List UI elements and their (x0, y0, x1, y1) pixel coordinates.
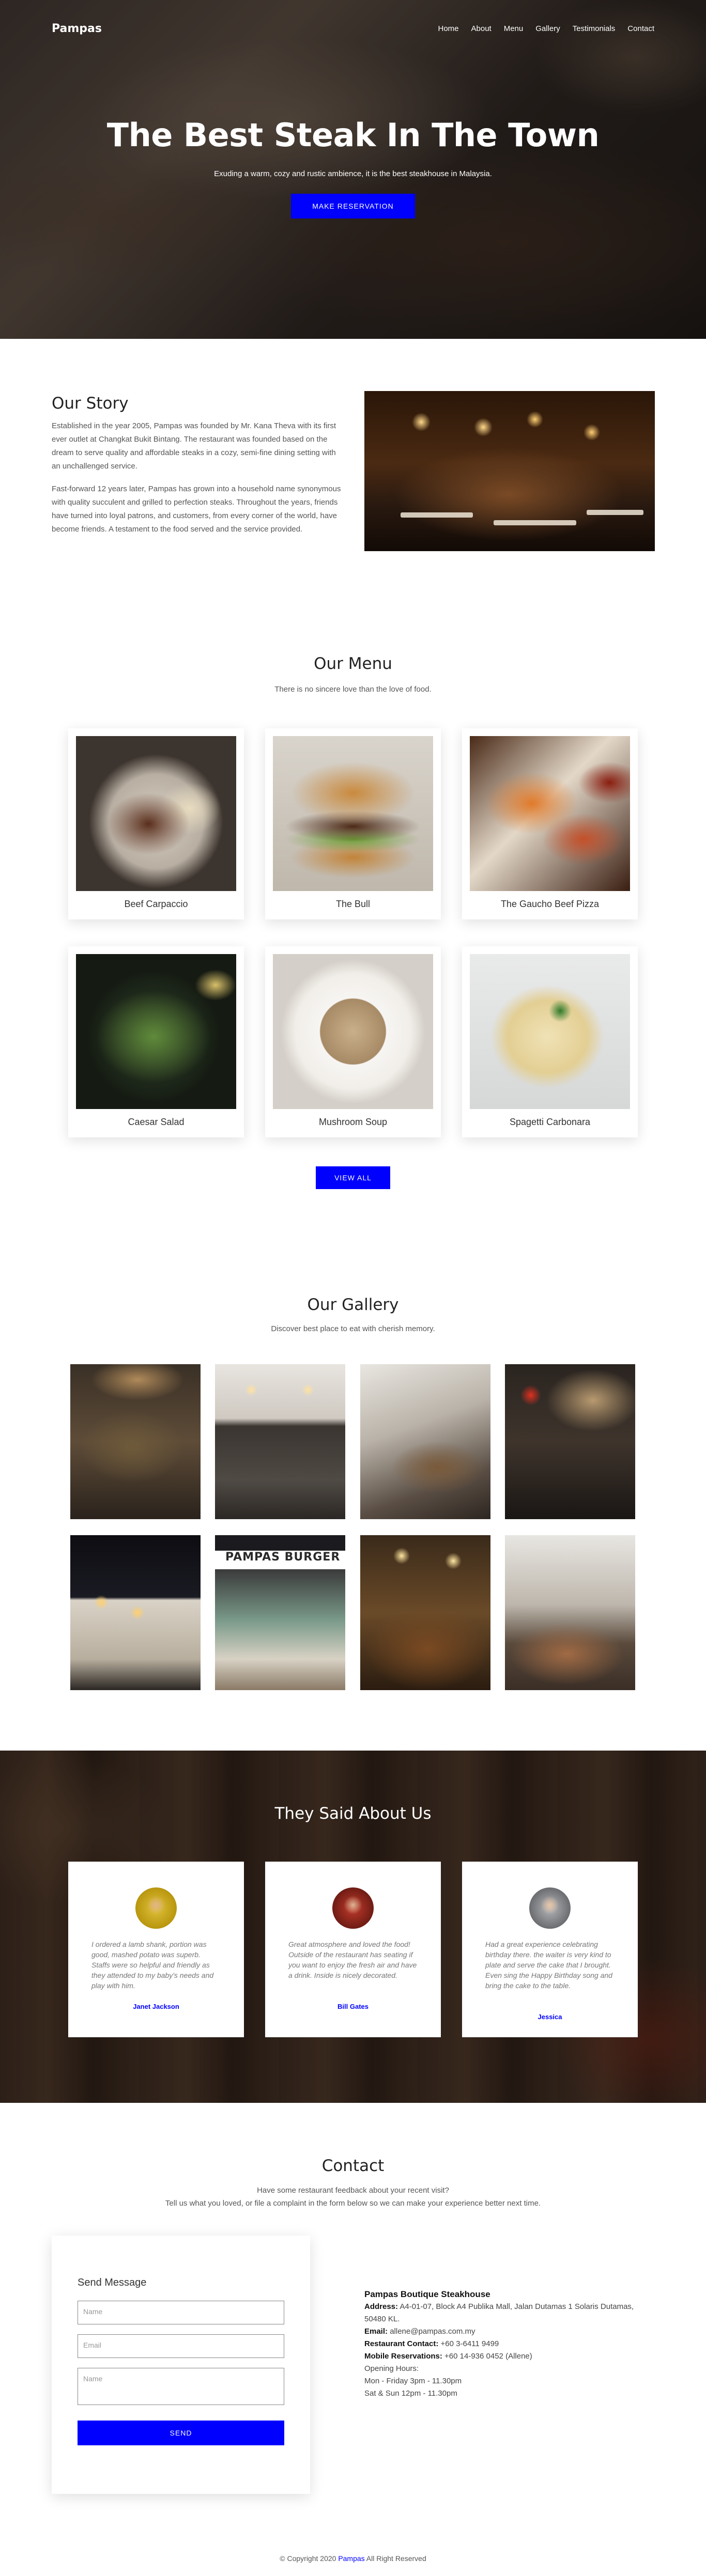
menu-card-caesar-salad[interactable]: Caesar Salad (68, 946, 244, 1137)
form-title: Send Message (78, 2277, 147, 2288)
phone-label: Restaurant Contact: (364, 2339, 439, 2348)
restaurant-interior-photo (364, 391, 655, 551)
footer-rights: All Right Reserved (366, 2554, 426, 2563)
gallery-photo-5[interactable] (70, 1535, 201, 1690)
menu-item-name: The Gaucho Beef Pizza (500, 899, 600, 909)
avatar (332, 1887, 374, 1929)
mobile-value[interactable]: +60 14-936 0452 (Allene) (444, 2352, 532, 2361)
hero-content: The Best Steak In The Town Exuding a war… (0, 116, 706, 218)
beef-carpaccio-photo (76, 736, 236, 891)
send-button[interactable]: SEND (78, 2421, 284, 2445)
hero-section: Pampas Home About Menu Gallery Testimoni… (0, 0, 706, 339)
gallery-photo-7[interactable] (360, 1535, 490, 1690)
address-value: A4-01-07, Block A4 Publika Mall, Jalan D… (364, 2302, 634, 2323)
menu-item-name: Mushroom Soup (318, 1117, 388, 1127)
testimonial-text: Great atmosphere and loved the food! Out… (288, 1940, 417, 1979)
nav-link-contact[interactable]: Contact (627, 24, 654, 33)
the-bull-burger-photo (273, 736, 433, 891)
hero-subtitle: Exuding a warm, cozy and rustic ambience… (214, 169, 492, 178)
address-label: Address: (364, 2302, 398, 2311)
business-name: Pampas Boutique Steakhouse (364, 2289, 490, 2299)
pampas-burger-sign: PAMPAS BURGER (225, 1551, 341, 1564)
story-title: Our Story (52, 394, 129, 413)
menu-title: Our Menu (314, 654, 392, 673)
view-all-button[interactable]: VIEW ALL (316, 1166, 390, 1189)
make-reservation-button[interactable]: MAKE RESERVATION (291, 194, 415, 218)
email-label: Email: (364, 2327, 388, 2336)
contact-title: Contact (321, 2157, 385, 2175)
menu-card-spagetti-carbonara[interactable]: Spagetti Carbonara (462, 946, 638, 1137)
gallery-photo-8[interactable] (505, 1535, 635, 1690)
nav-link-testimonials[interactable]: Testimonials (573, 24, 616, 33)
spagetti-carbonara-photo (470, 954, 630, 1109)
menu-card-the-bull[interactable]: The Bull (265, 728, 441, 919)
menu-item-name: Spagetti Carbonara (509, 1117, 591, 1127)
name-input[interactable]: Name (78, 2301, 284, 2324)
hours-weekday: Mon - Friday 3pm - 11.30pm (364, 2377, 462, 2385)
gallery-photo-2[interactable] (215, 1364, 345, 1519)
footer-brand-link[interactable]: Pampas (338, 2554, 364, 2563)
testimonials-title: They Said About Us (274, 1804, 432, 1823)
story-paragraph-2: Fast-forward 12 years later, Pampas has … (52, 485, 341, 534)
story-paragraph-1: Established in the year 2005, Pampas was… (52, 421, 336, 471)
gallery-photo-3[interactable] (360, 1364, 490, 1519)
menu-card-beef-carpaccio[interactable]: Beef Carpaccio (68, 728, 244, 919)
testimonial-card-2: Great atmosphere and loved the food! Out… (265, 1862, 441, 2037)
address-line: Address: A4-01-07, Block A4 Publika Mall… (364, 2301, 654, 2325)
testimonial-text: Had a great experience celebrating birth… (485, 1940, 612, 1990)
contact-subtitle-2: Tell us what you loved, or file a compla… (165, 2199, 541, 2208)
nav-link-gallery[interactable]: Gallery (535, 24, 560, 33)
phone-line: Restaurant Contact: +60 3-6411 9499 (364, 2338, 654, 2350)
top-nav: Pampas Home About Menu Gallery Testimoni… (52, 21, 654, 36)
gallery-photo-6[interactable]: PAMPAS BURGER (215, 1535, 345, 1690)
testimonial-author: Bill Gates (337, 2003, 369, 2010)
mobile-label: Mobile Reservations: (364, 2352, 442, 2361)
message-textarea[interactable]: Name (78, 2368, 284, 2405)
testimonial-card-3: Had a great experience celebrating birth… (462, 1862, 638, 2037)
testimonial-text: I ordered a lamb shank, portion was good… (91, 1940, 214, 1990)
avatar (529, 1887, 571, 1929)
footer-copyright: © Copyright 2020 (280, 2554, 336, 2563)
contact-form: Send Message Name Email Name SEND (52, 2236, 310, 2494)
menu-subtitle: There is no sincere love than the love o… (274, 685, 432, 694)
nav-link-menu[interactable]: Menu (504, 24, 524, 33)
menu-item-name: Beef Carpaccio (124, 899, 188, 909)
gallery-photo-1[interactable] (70, 1364, 201, 1519)
menu-item-name: Caesar Salad (128, 1117, 185, 1127)
testimonial-card-1: I ordered a lamb shank, portion was good… (68, 1862, 244, 2037)
menu-item-name: The Bull (335, 899, 371, 909)
menu-card-gaucho-beef-pizza[interactable]: The Gaucho Beef Pizza (462, 728, 638, 919)
menu-card-mushroom-soup[interactable]: Mushroom Soup (265, 946, 441, 1137)
avatar (135, 1887, 177, 1929)
gallery-photo-4[interactable] (505, 1364, 635, 1519)
brand-logo[interactable]: Pampas (52, 22, 102, 35)
hours-title: Opening Hours: (364, 2364, 419, 2373)
hours-weekend: Sat & Sun 12pm - 11.30pm (364, 2389, 457, 2398)
email-input[interactable]: Email (78, 2334, 284, 2358)
caesar-salad-photo (76, 954, 236, 1109)
mushroom-soup-photo (273, 954, 433, 1109)
email-line: Email: allene@pampas.com.my (364, 2325, 654, 2338)
testimonial-author: Janet Jackson (133, 2003, 179, 2010)
gallery-title: Our Gallery (307, 1295, 399, 1314)
phone-value[interactable]: +60 3-6411 9499 (441, 2339, 499, 2348)
nav-links: Home About Menu Gallery Testimonials Con… (438, 24, 655, 33)
nav-link-about[interactable]: About (471, 24, 492, 33)
footer: © Copyright 2020 Pampas All Right Reserv… (0, 2554, 706, 2563)
gaucho-beef-pizza-photo (470, 736, 630, 891)
mobile-line: Mobile Reservations: +60 14-936 0452 (Al… (364, 2350, 654, 2363)
nav-link-home[interactable]: Home (438, 24, 459, 33)
gallery-subtitle: Discover best place to eat with cherish … (271, 1324, 435, 1333)
email-value[interactable]: allene@pampas.com.my (390, 2327, 475, 2336)
contact-info: Pampas Boutique Steakhouse Address: A4-0… (364, 2288, 654, 2400)
contact-subtitle-1: Have some restaurant feedback about your… (257, 2186, 449, 2195)
testimonial-author: Jessica (538, 2013, 562, 2021)
hero-title: The Best Steak In The Town (106, 116, 600, 154)
